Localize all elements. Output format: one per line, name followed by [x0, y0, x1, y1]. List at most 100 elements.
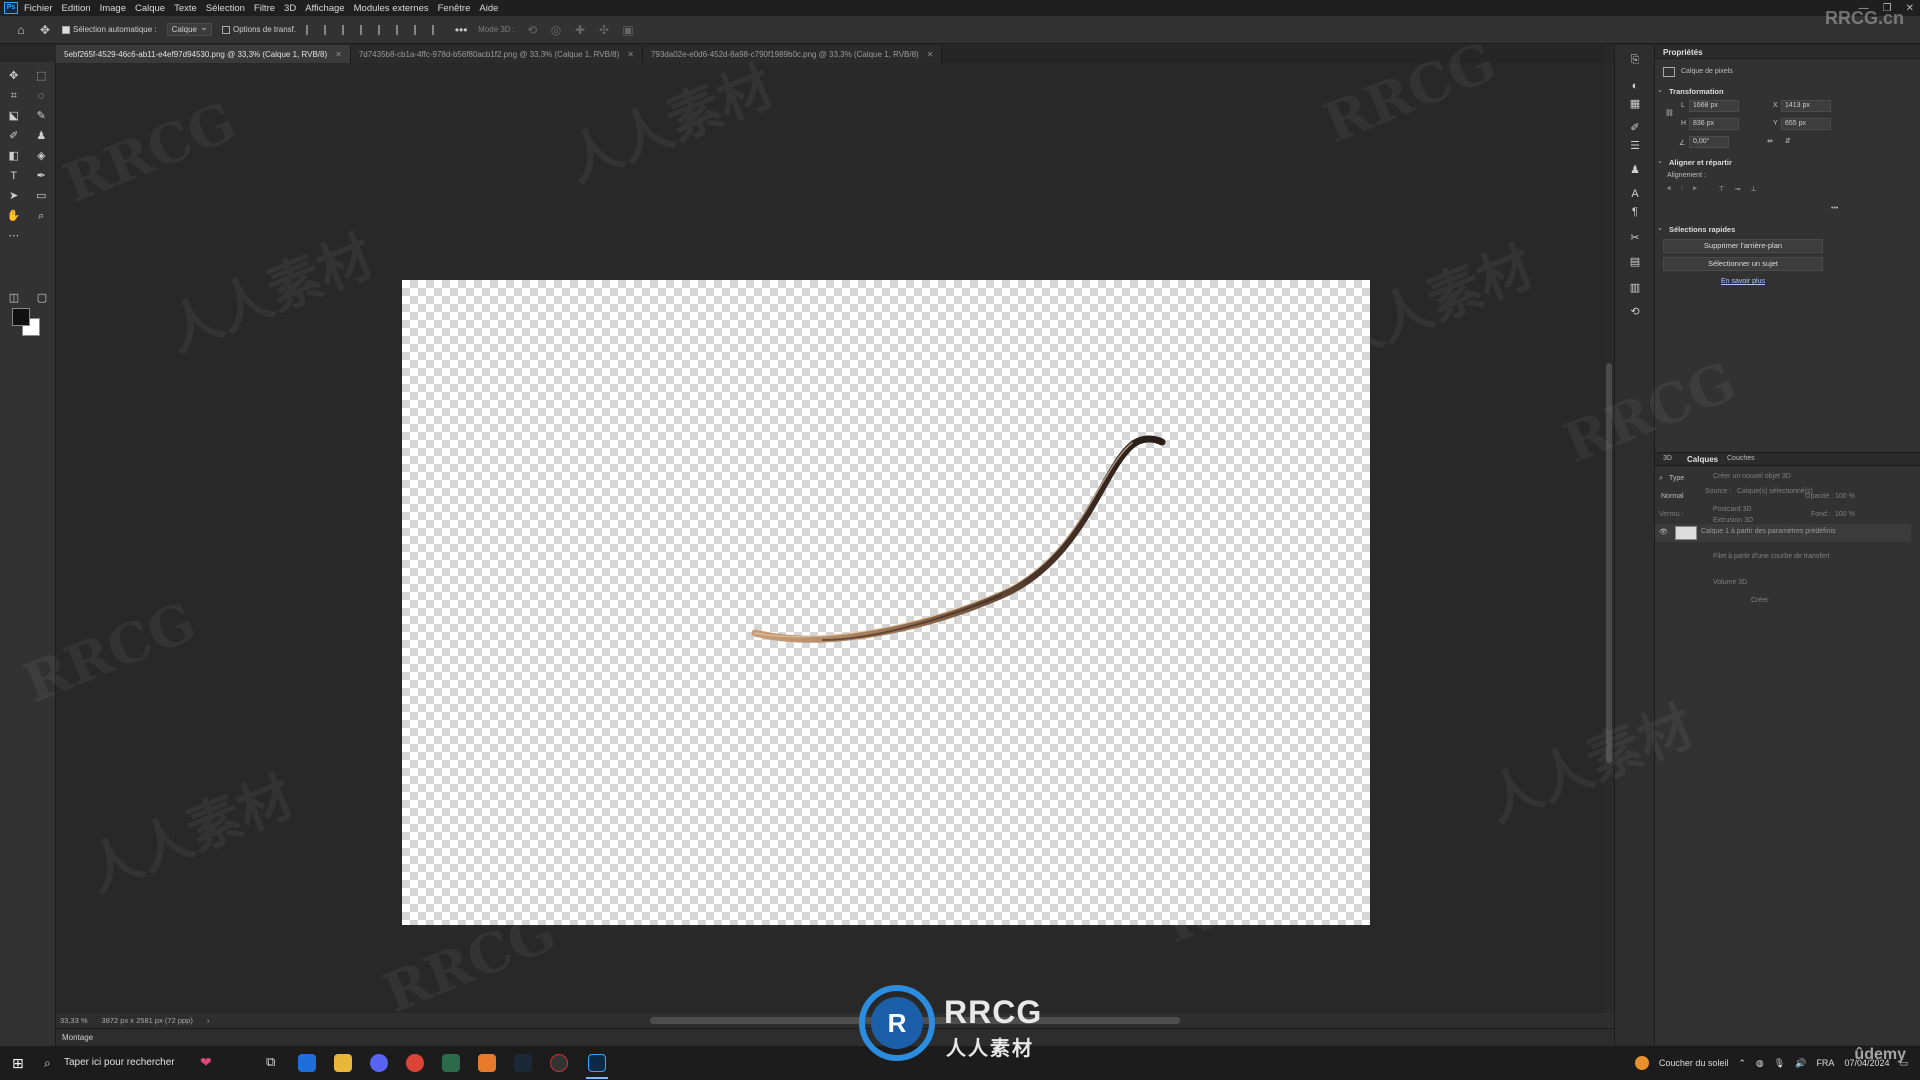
edge-app-icon[interactable] — [298, 1054, 316, 1072]
align-section-title[interactable]: Aligner et répartir — [1669, 158, 1732, 167]
eyedropper-tool-icon[interactable]: ✎ — [34, 109, 48, 123]
discord-app-icon[interactable] — [370, 1054, 388, 1072]
opacity-value[interactable]: 100 % — [1835, 493, 1855, 500]
layer-row[interactable]: 👁 Calque 1 à partir des paramètres prédé… — [1655, 524, 1911, 542]
menu-modules-externes[interactable]: Modules externes — [354, 3, 429, 14]
navigator-panel-icon[interactable]: ▥ — [1628, 281, 1642, 295]
app-icon[interactable] — [550, 1054, 568, 1072]
width-field[interactable]: 1668 px — [1689, 100, 1739, 112]
close-tab-icon[interactable]: ✕ — [627, 50, 634, 59]
menu-3d[interactable]: 3D — [284, 3, 296, 14]
more-tools-icon[interactable]: ⋯ — [7, 229, 21, 243]
visibility-eye-icon[interactable]: 👁 — [1659, 528, 1668, 536]
align-vcenter-icon[interactable] — [396, 24, 408, 35]
paragraph-panel-icon[interactable]: ¶ — [1628, 205, 1642, 219]
search-highlight-icon[interactable]: ❤ — [200, 1054, 212, 1071]
menu-image[interactable]: Image — [100, 3, 126, 14]
link-proportions-icon[interactable]: ⛓ — [1665, 109, 1674, 117]
fill-value[interactable]: 100 % — [1835, 511, 1855, 518]
chrome-app-icon[interactable] — [406, 1054, 424, 1072]
history-panel-icon[interactable]: ⎘ — [1628, 53, 1642, 67]
align-top-icon[interactable] — [378, 24, 390, 35]
align-hcenter-icon[interactable] — [324, 24, 336, 35]
align-left-icon[interactable] — [306, 24, 318, 35]
hand-tool-icon[interactable]: ✋ — [7, 209, 21, 223]
menu-affichage[interactable]: Affichage — [305, 3, 344, 14]
crop-tool-icon[interactable]: ⌗ — [7, 89, 21, 103]
tray-chevron-icon[interactable]: ⌃ — [1738, 1058, 1746, 1069]
brush-tool-icon[interactable]: ✐ — [7, 129, 21, 143]
more-options-icon[interactable]: ••• — [454, 23, 468, 37]
popup-extrusion-option[interactable]: Extrusion 3D — [1713, 517, 1753, 524]
language-indicator[interactable]: FRA — [1816, 1058, 1834, 1068]
close-tab-icon[interactable]: ✕ — [335, 50, 342, 59]
photoshop-app-icon[interactable] — [588, 1054, 606, 1072]
align-left-icon[interactable]: ⫷ — [1667, 185, 1671, 193]
move-tool-icon[interactable]: ✥ — [38, 23, 52, 37]
weather-text[interactable]: Coucher du soleil — [1659, 1058, 1729, 1068]
swatches-panel-icon[interactable]: ▦ — [1628, 97, 1642, 111]
photoshop-logo-icon[interactable]: Ps — [4, 2, 18, 14]
timeline-tab[interactable]: Montage — [62, 1033, 93, 1042]
properties-tab[interactable]: Propriétés — [1663, 48, 1703, 57]
eraser-tool-icon[interactable]: ◧ — [7, 149, 21, 163]
align-hcenter-icon[interactable]: ⫶ — [1681, 185, 1683, 193]
quick-actions-title[interactable]: Sélections rapides — [1669, 225, 1735, 234]
menu-fenetre[interactable]: Fenêtre — [438, 3, 471, 14]
align-top-icon[interactable]: ⊤ — [1719, 185, 1725, 193]
align-bottom-icon[interactable] — [414, 24, 426, 35]
more-align-options-icon[interactable]: ••• — [1831, 205, 1838, 212]
marquee-tool-icon[interactable]: ⬚ — [34, 69, 48, 83]
popup-source-dropdown[interactable]: Calque(s) sélectionné(s) — [1737, 488, 1813, 495]
transform-section-title[interactable]: Transformation — [1669, 87, 1724, 96]
zoom-level[interactable]: 33,33 % — [60, 1016, 88, 1025]
lasso-tool-icon[interactable]: ◌ — [34, 89, 48, 103]
menu-edition[interactable]: Edition — [62, 3, 91, 14]
vertical-scrollbar[interactable] — [1604, 63, 1614, 1013]
document-canvas[interactable] — [402, 280, 1370, 925]
chevron-down-icon[interactable]: ⌄ — [1657, 157, 1663, 165]
path-select-tool-icon[interactable]: ➤ — [7, 189, 21, 203]
align-bottom-icon[interactable]: ⊥ — [1751, 185, 1757, 193]
angle-field[interactable]: 0,00° — [1689, 136, 1729, 148]
close-icon[interactable]: ✕ — [1906, 3, 1914, 14]
document-tab-3[interactable]: 793da02e-e0d6-452d-8a98-c790f1989b0c.png… — [642, 45, 943, 63]
color-panel-icon[interactable]: ◐ — [1628, 79, 1642, 93]
document-tab-1[interactable]: 5ebf265f-4529-46c6-ab11-e4ef97d94530.png… — [56, 45, 351, 63]
menu-fichier[interactable]: Fichier — [24, 3, 53, 14]
task-view-icon[interactable]: ⧉ — [266, 1054, 275, 1070]
distribute-icon[interactable] — [360, 24, 372, 35]
tab-layers[interactable]: Calques — [1687, 455, 1718, 464]
tab-channels[interactable]: Couches — [1727, 455, 1755, 462]
chevron-down-icon[interactable]: ⌄ — [1657, 86, 1663, 94]
pen-tool-icon[interactable]: ✒ — [34, 169, 48, 183]
zoom-tool-icon[interactable]: ⌕ — [34, 209, 48, 223]
foreground-color-swatch[interactable] — [12, 308, 30, 326]
taskbar-search[interactable]: Taper ici pour rechercher — [64, 1057, 175, 1068]
screen-mode-icon[interactable]: ▢ — [35, 291, 49, 305]
file-explorer-icon[interactable] — [334, 1054, 352, 1072]
quick-mask-icon[interactable]: ◫ — [7, 291, 21, 305]
sunset-weather-icon[interactable] — [1634, 1056, 1649, 1070]
volume-icon[interactable]: 🔊 — [1795, 1058, 1806, 1069]
status-menu-arrow[interactable]: › — [207, 1016, 210, 1025]
steam-app-icon[interactable] — [514, 1054, 532, 1072]
layer-filter-dropdown[interactable]: Type — [1669, 475, 1684, 482]
align-right-icon[interactable] — [342, 24, 354, 35]
type-tool-icon[interactable]: T — [7, 169, 21, 183]
learn-more-link[interactable]: En savoir plus — [1721, 278, 1765, 285]
remove-background-button[interactable]: Supprimer l'arrière-plan — [1663, 239, 1823, 253]
libraries-panel-icon[interactable]: ▤ — [1628, 255, 1642, 269]
menu-filtre[interactable]: Filtre — [254, 3, 275, 14]
clone-source-icon[interactable]: ♟ — [1628, 163, 1642, 177]
roll-3d-icon[interactable]: ◎ — [549, 23, 563, 37]
network-icon[interactable]: ◍ — [1756, 1058, 1764, 1069]
menu-aide[interactable]: Aide — [479, 3, 498, 14]
move-tool-icon[interactable]: ✥ — [7, 69, 21, 83]
adjustments-panel-icon[interactable]: ☰ — [1628, 139, 1642, 153]
camera-3d-icon[interactable]: ▣ — [621, 23, 635, 37]
home-icon[interactable]: ⌂ — [14, 23, 28, 37]
popup-mesh-curve-option[interactable]: Filet à partir d'une courbe de transfert — [1713, 553, 1830, 560]
layer-name[interactable]: Calque 1 à partir des paramètres prédéfi… — [1701, 528, 1836, 535]
brush-settings-icon[interactable]: ✐ — [1628, 121, 1642, 135]
